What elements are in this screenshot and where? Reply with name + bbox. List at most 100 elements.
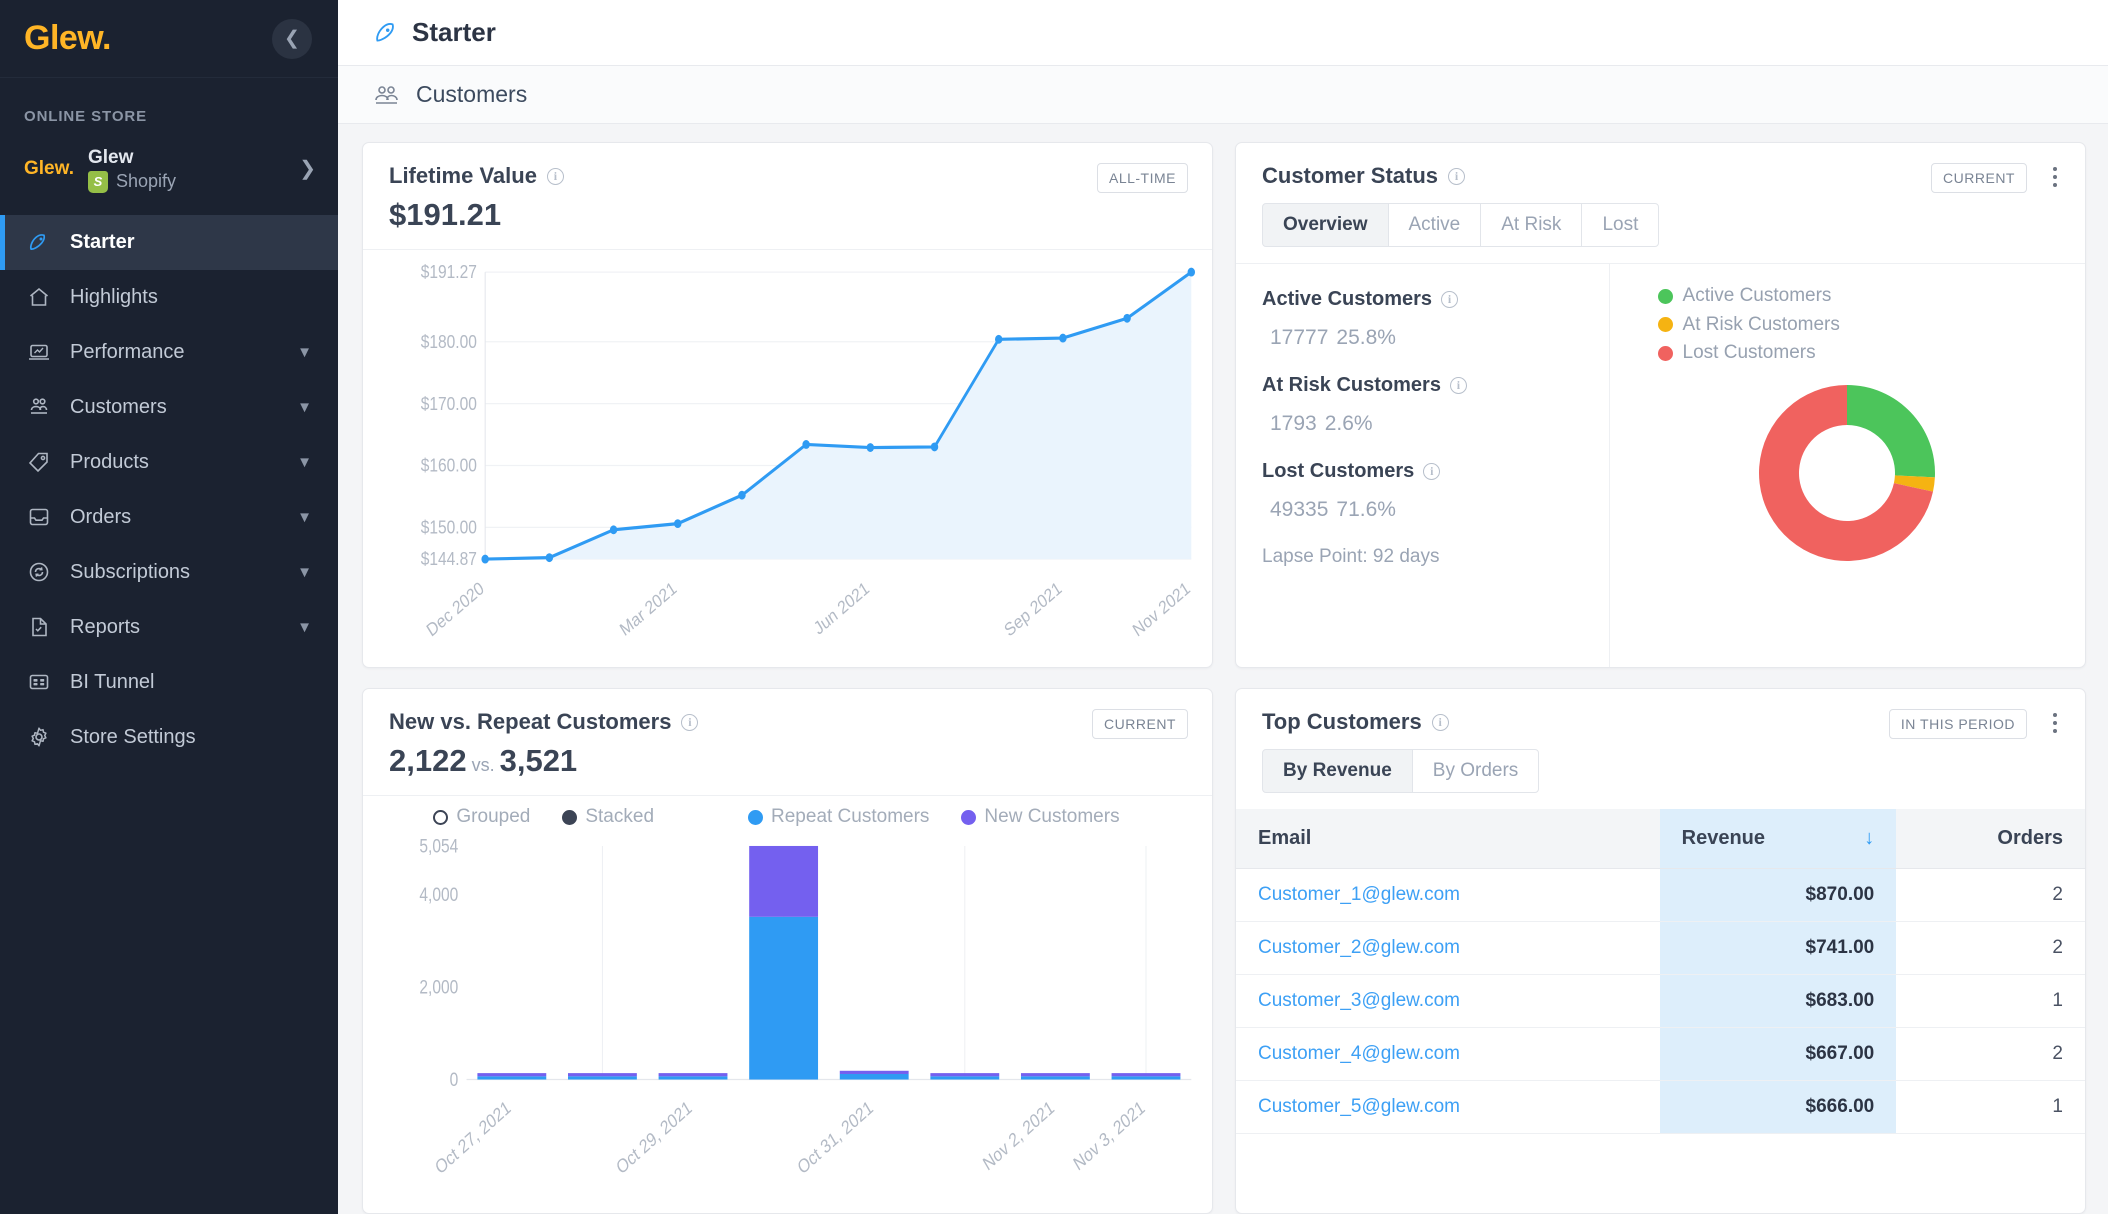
- chevron-down-icon[interactable]: ▼: [297, 344, 312, 361]
- table-row[interactable]: Customer_4@glew.com $667.00 2: [1236, 1027, 2085, 1081]
- sidebar-item-bi-tunnel[interactable]: BI Tunnel: [0, 655, 338, 710]
- bar-repeat-customers[interactable]: [930, 1076, 1000, 1080]
- bar-repeat-customers[interactable]: [568, 1076, 637, 1080]
- chevron-down-icon[interactable]: ▼: [297, 509, 312, 526]
- laptop-chart-icon: [26, 339, 52, 365]
- info-icon[interactable]: i: [1423, 463, 1441, 480]
- info-icon[interactable]: i: [1441, 291, 1459, 308]
- bar-new-customers[interactable]: [839, 1070, 909, 1074]
- bar-repeat-customers[interactable]: [477, 1076, 547, 1080]
- table-row[interactable]: Customer_1@glew.com $870.00 2: [1236, 868, 2085, 922]
- sidebar-item-highlights[interactable]: Highlights: [0, 270, 338, 325]
- cell-revenue: $741.00: [1659, 921, 1897, 975]
- info-icon[interactable]: i: [546, 167, 564, 185]
- customer-email-link[interactable]: Customer_4@glew.com: [1258, 1043, 1460, 1064]
- top-customers-menu-button[interactable]: [2047, 711, 2063, 735]
- bar-legend-item[interactable]: New Customers: [961, 806, 1120, 828]
- data-point[interactable]: [1123, 313, 1131, 323]
- customer-status-period-pill[interactable]: CURRENT: [1931, 163, 2027, 193]
- bar-new-customers[interactable]: [477, 1073, 547, 1077]
- lifetime-value-chart[interactable]: $191.27 $180.00 $170.00 $160.00 $150.00 $144.…: [363, 250, 1212, 667]
- tab-by-revenue[interactable]: By Revenue: [1262, 749, 1413, 793]
- tab-active[interactable]: Active: [1387, 203, 1482, 247]
- data-point[interactable]: [674, 519, 682, 529]
- tab-at-risk[interactable]: At Risk: [1480, 203, 1583, 247]
- people-icon: [26, 394, 52, 420]
- info-icon[interactable]: i: [681, 713, 699, 731]
- data-point[interactable]: [481, 554, 489, 564]
- chevron-down-icon[interactable]: ▼: [297, 564, 312, 581]
- bar-repeat-customers[interactable]: [749, 916, 819, 1080]
- data-point[interactable]: [802, 440, 810, 449]
- top-customers-period-pill[interactable]: IN THIS PERIOD: [1888, 709, 2027, 739]
- tab-lost[interactable]: Lost: [1581, 203, 1660, 247]
- chevron-down-icon[interactable]: ▼: [297, 454, 312, 471]
- customer-status-menu-button[interactable]: [2047, 165, 2063, 189]
- bar-new-customers[interactable]: [658, 1073, 728, 1077]
- column-header-label: Revenue: [1681, 827, 1766, 849]
- bar-new-customers[interactable]: [1020, 1073, 1090, 1077]
- bar-legend-item[interactable]: Grouped: [433, 806, 530, 828]
- data-point[interactable]: [1187, 267, 1196, 277]
- customer-email-link[interactable]: Customer_3@glew.com: [1258, 990, 1460, 1011]
- lifetime-value-period-pill[interactable]: ALL-TIME: [1096, 163, 1188, 193]
- data-point[interactable]: [545, 553, 554, 563]
- sidebar-item-store-settings[interactable]: Store Settings: [0, 710, 338, 765]
- new-vs-repeat-chart[interactable]: 5,054 4,000 2,000 0 Oct 27, 2021 Oct 29, 2021…: [363, 828, 1212, 1213]
- collapse-sidebar-button[interactable]: ❮: [272, 18, 312, 59]
- customer-email-link[interactable]: Customer_1@glew.com: [1258, 884, 1460, 905]
- customer-email-link[interactable]: Customer_5@glew.com: [1258, 1096, 1460, 1117]
- bar-legend-item[interactable]: Repeat Customers: [748, 806, 929, 828]
- legend-item[interactable]: Lost Customers: [1657, 339, 1840, 368]
- data-point[interactable]: [866, 443, 875, 452]
- bar-repeat-customers[interactable]: [658, 1076, 728, 1080]
- sidebar-item-orders[interactable]: Orders ▼: [0, 490, 338, 545]
- metric-label-text: At Risk Customers: [1262, 374, 1441, 396]
- data-point[interactable]: [738, 490, 746, 500]
- sidebar-item-subscriptions[interactable]: Subscriptions ▼: [0, 545, 338, 600]
- store-selector[interactable]: Glew. Glew S Shopify ❯: [0, 139, 338, 215]
- sidebar-item-performance[interactable]: Performance ▼: [0, 325, 338, 380]
- bar-new-customers[interactable]: [749, 845, 819, 917]
- column-header-email[interactable]: Email: [1236, 809, 1660, 869]
- sidebar-item-reports[interactable]: Reports ▼: [0, 600, 338, 655]
- bar-repeat-customers[interactable]: [839, 1073, 909, 1080]
- legend-item[interactable]: Active Customers: [1657, 282, 1840, 311]
- table-row[interactable]: Customer_2@glew.com $741.00 2: [1236, 921, 2085, 975]
- bar-new-customers[interactable]: [1111, 1073, 1181, 1077]
- refresh-circle-icon: [29, 562, 49, 582]
- bar-legend-item[interactable]: Stacked: [562, 806, 654, 828]
- data-point[interactable]: [930, 442, 939, 452]
- column-header-orders[interactable]: Orders: [1896, 809, 2085, 869]
- legend-color-dot: [748, 809, 764, 825]
- x-axis-tick-label: Jun 2021: [811, 578, 873, 639]
- tab-overview[interactable]: Overview: [1262, 203, 1389, 247]
- table-row[interactable]: Customer_3@glew.com $683.00 1: [1236, 974, 2085, 1028]
- table-row[interactable]: Customer_5@glew.com $666.00 1: [1236, 1080, 2085, 1134]
- x-axis-tick-label: Oct 29, 2021: [613, 1096, 695, 1179]
- y-axis-tick-label: 5,054: [419, 835, 458, 857]
- sidebar-item-starter[interactable]: Starter: [0, 214, 338, 270]
- chevron-down-icon[interactable]: ▼: [297, 619, 312, 636]
- data-point[interactable]: [994, 334, 1003, 344]
- info-icon[interactable]: i: [1448, 167, 1466, 185]
- bar-new-customers[interactable]: [568, 1073, 637, 1077]
- customer-status-donut[interactable]: [1732, 368, 1962, 583]
- sidebar-item-products[interactable]: Products ▼: [0, 435, 338, 490]
- shopify-icon: S: [87, 170, 108, 193]
- info-icon[interactable]: i: [1431, 713, 1449, 731]
- customer-email-link[interactable]: Customer_2@glew.com: [1258, 937, 1460, 958]
- donut-slice[interactable]: [1847, 384, 1936, 477]
- column-header-revenue[interactable]: Revenue ↓: [1659, 809, 1897, 869]
- legend-item[interactable]: At Risk Customers: [1657, 311, 1840, 340]
- new-vs-repeat-period-pill[interactable]: CURRENT: [1092, 709, 1188, 739]
- bar-repeat-customers[interactable]: [1020, 1076, 1090, 1080]
- sidebar-item-customers[interactable]: Customers ▼: [0, 380, 338, 435]
- data-point[interactable]: [609, 525, 618, 535]
- data-point[interactable]: [1059, 333, 1067, 343]
- tab-by-orders[interactable]: By Orders: [1411, 749, 1540, 793]
- info-icon[interactable]: i: [1449, 377, 1467, 394]
- bar-repeat-customers[interactable]: [1111, 1076, 1181, 1080]
- chevron-down-icon[interactable]: ▼: [297, 399, 312, 416]
- bar-new-customers[interactable]: [930, 1073, 1000, 1077]
